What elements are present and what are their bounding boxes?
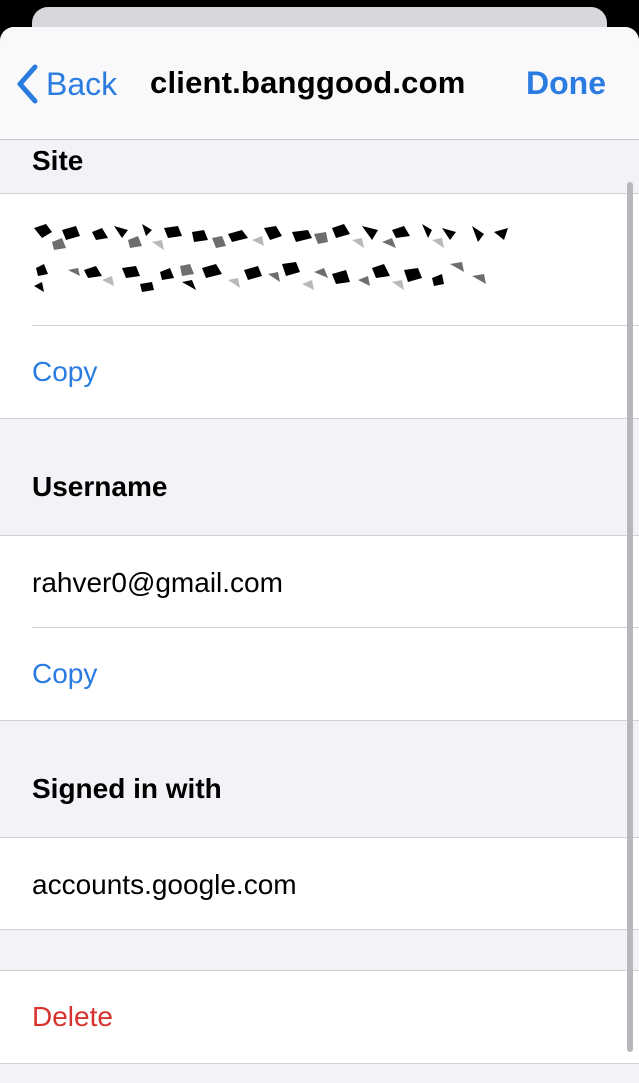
site-copy-cell[interactable]: Copy [32, 326, 639, 418]
username-copy-cell[interactable]: Copy [32, 628, 639, 720]
back-button[interactable]: Back [16, 59, 117, 109]
signed-in-header-label: Signed in with [32, 773, 222, 804]
site-value-cell [32, 194, 639, 325]
done-button[interactable]: Done [526, 65, 606, 102]
signed-in-value-cell: accounts.google.com [32, 838, 639, 929]
chevron-left-icon [17, 64, 38, 104]
username-value-cell: rahver0@gmail.com [32, 536, 639, 627]
site-group: Copy [0, 194, 639, 419]
delete-cell[interactable]: Delete [32, 971, 639, 1063]
username-copy-button[interactable]: Copy [32, 658, 97, 690]
username-header-label: Username [32, 471, 168, 502]
redacted-site-value [34, 224, 508, 292]
delete-button[interactable]: Delete [32, 1001, 113, 1033]
signed-in-section-header: Signed in with [0, 721, 639, 838]
delete-group: Delete [0, 970, 639, 1064]
username-section-header: Username [0, 419, 639, 536]
scroll-indicator[interactable] [627, 182, 633, 1052]
signed-in-group: accounts.google.com [0, 838, 639, 930]
page-title: client.banggood.com [150, 65, 466, 100]
navigation-bar: Back client.banggood.com Done [0, 27, 639, 140]
password-detail-sheet: Back client.banggood.com Done Site Copy … [0, 27, 639, 1083]
site-copy-button[interactable]: Copy [32, 356, 97, 388]
site-header-label: Site [32, 145, 84, 176]
username-group: rahver0@gmail.com Copy [0, 536, 639, 721]
username-value: rahver0@gmail.com [32, 567, 283, 598]
back-label: Back [46, 65, 118, 102]
signed-in-value: accounts.google.com [32, 869, 297, 900]
